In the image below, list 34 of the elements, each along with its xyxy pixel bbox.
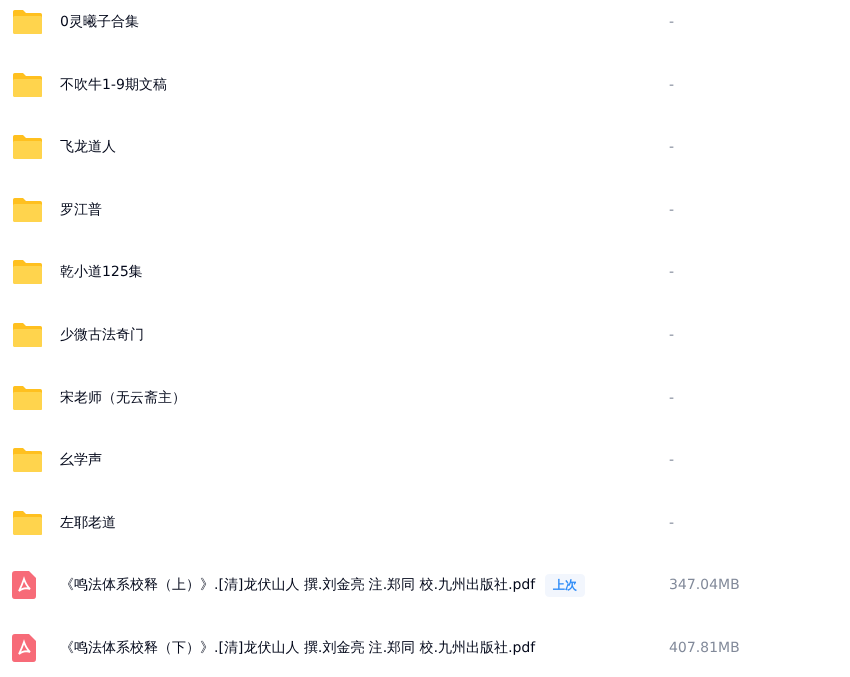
file-name[interactable]: 乾小道125集 [60,263,143,282]
file-name[interactable]: 少微古法奇门 [60,326,144,344]
folder-icon [12,447,43,474]
file-size: 347.04MB [669,577,740,594]
folder-icon [12,322,43,348]
file-size: - [669,514,674,531]
file-size: - [669,14,674,30]
folder-icon [12,9,43,35]
folder-icon [12,196,43,223]
file-size: - [669,139,674,156]
file-size: - [669,326,674,343]
file-size: - [669,76,674,93]
folder-icon [12,510,43,536]
folder-icon [12,259,43,286]
file-name[interactable]: 幺学声 [60,451,102,470]
folder-icon [12,134,43,160]
file-name[interactable]: 0灵曦子合集 [60,13,139,31]
file-size: - [669,452,674,468]
file-name[interactable]: 《鸣法体系校释（上）》.[清]龙伏山人 撰.刘金亮 注.郑同 校.九州出版社.pdf [60,576,536,594]
last-opened-tag: 上次 [545,574,586,597]
file-size: 407.81MB [669,640,740,656]
file-name[interactable]: 罗江普 [60,200,102,219]
file-name[interactable]: 宋老师（无云斋主） [60,388,186,407]
pdf-icon [12,571,36,600]
file-name[interactable]: 《鸣法体系校释（下）》.[清]龙伏山人 撰.刘金亮 注.郑同 校.九州出版社.pdf [60,638,536,657]
folder-icon [12,384,43,411]
file-size: - [669,264,674,280]
file-size: - [669,202,674,218]
file-size: - [669,390,674,406]
pdf-icon [12,634,36,662]
file-name[interactable]: 左耶老道 [60,514,116,532]
file-name[interactable]: 飞龙道人 [60,138,116,156]
folder-icon [12,72,43,98]
file-name[interactable]: 不吹牛1-9期文稿 [60,76,167,94]
